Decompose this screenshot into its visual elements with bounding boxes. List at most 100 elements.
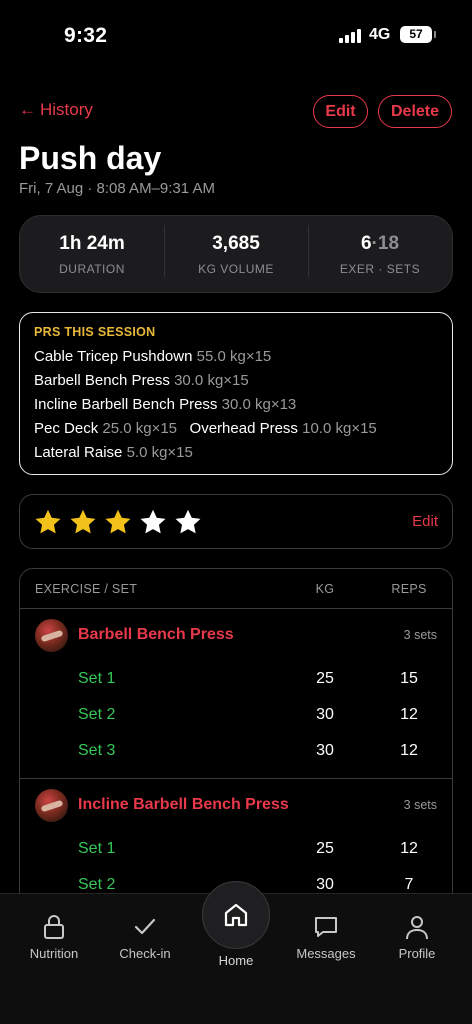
set-reps: 12: [400, 706, 418, 723]
exercise-set-count: 3 sets: [403, 628, 437, 642]
arrow-left-icon: ←: [19, 100, 36, 119]
pr-line: Incline Barbell Bench Press 30.0 kg×13: [34, 393, 438, 417]
set-label: Set 2: [78, 706, 116, 723]
pr-exercise-name: Lateral Raise: [34, 444, 123, 461]
nav-profile[interactable]: Profile: [372, 914, 462, 961]
rating-edit-button[interactable]: Edit: [412, 513, 438, 530]
pr-exercise-name: Barbell Bench Press: [34, 372, 170, 389]
set-row: Set 3 30 12: [20, 733, 452, 769]
set-row: Set 2 30 12: [20, 697, 452, 733]
exercise-count: 6: [360, 232, 372, 254]
pr-exercise-name: Pec Deck: [34, 420, 99, 437]
set-label: Set 3: [78, 742, 116, 759]
session-time-range: Fri, 7 Aug · 8:08 AM–9:31 AM: [19, 180, 215, 197]
prs-heading: PRS THIS SESSION: [34, 325, 156, 339]
pr-weight: 30.0 kg×13: [221, 396, 297, 413]
nav-check-in[interactable]: Check-in: [100, 914, 190, 961]
exercise-list: Barbell Bench Press 3 sets Set 1 25 15 S…: [20, 609, 452, 904]
exercise-block: Barbell Bench Press 3 sets Set 1 25 15 S…: [20, 609, 452, 779]
pr-weight: 5.0 kg×15: [126, 444, 193, 461]
pr-exercise-name: Cable Tricep Pushdown: [34, 348, 193, 365]
pr-line: Pec Deck 25.0 kg×15 Overhead Press 10.0 …: [34, 417, 438, 441]
exercise-name[interactable]: Barbell Bench Press: [78, 626, 404, 644]
nav-home[interactable]: [202, 881, 270, 949]
stat-value: 3,685: [212, 232, 260, 254]
set-reps: 12: [400, 840, 418, 857]
set-reps: 7: [404, 876, 414, 893]
prs-card: PRS THIS SESSION Cable Tricep Pushdown 5…: [19, 312, 453, 475]
stat-label: KG VOLUME: [198, 261, 274, 276]
battery-icon: 57: [400, 26, 436, 43]
stat-label: DURATION: [59, 261, 125, 276]
exercise-set-count: 3 sets: [403, 798, 437, 812]
network-label: 4G: [369, 26, 391, 43]
set-count: 18: [377, 232, 400, 254]
set-row: Set 1 25 12: [20, 831, 452, 867]
star-empty-icon[interactable]: [139, 508, 167, 536]
nav-home-label: Home: [218, 953, 254, 968]
set-label: Set 1: [78, 840, 116, 857]
nav-label: Check-in: [119, 946, 171, 961]
back-label: History: [40, 100, 93, 119]
pr-weight: 10.0 kg×15: [302, 420, 377, 437]
col-reps: REPS: [391, 581, 427, 596]
star-filled-icon[interactable]: [69, 508, 97, 536]
exercise-header[interactable]: Barbell Bench Press 3 sets: [20, 609, 452, 661]
pr-line: Cable Tricep Pushdown 55.0 kg×15: [34, 345, 438, 369]
exercise-thumbnail: [35, 618, 68, 652]
bottom-nav: Nutrition Check-in Home Messages Profile: [0, 881, 472, 1024]
stat-label: EXER · SETS: [339, 261, 421, 276]
pr-weight: 55.0 kg×15: [196, 348, 272, 365]
exercise-thumbnail: [35, 788, 68, 822]
stat-duration: 1h 24m DURATION: [20, 233, 164, 276]
set-kg: 25: [316, 670, 334, 687]
star-rating[interactable]: [34, 508, 202, 536]
page-title: Push day: [19, 140, 162, 176]
set-label: Set 1: [78, 670, 116, 687]
rating-card: Edit: [19, 494, 453, 549]
pr-line: Lateral Raise 5.0 kg×15: [34, 441, 438, 465]
exercise-name[interactable]: Incline Barbell Bench Press: [78, 796, 404, 814]
back-link[interactable]: ← History: [19, 100, 93, 120]
star-empty-icon[interactable]: [174, 508, 202, 536]
pr-line: Barbell Bench Press 30.0 kg×15: [34, 369, 438, 393]
stat-value: 1h 24m: [59, 232, 125, 254]
check-icon: [134, 918, 156, 935]
col-kg: KG: [315, 581, 335, 596]
set-reps: 15: [400, 670, 418, 687]
set-reps: 12: [400, 742, 418, 759]
nav-messages[interactable]: Messages: [281, 914, 371, 961]
pr-list: Cable Tricep Pushdown 55.0 kg×15 Barbell …: [34, 345, 438, 465]
set-row: Set 1 25 15: [20, 661, 452, 697]
set-kg: 25: [316, 840, 334, 857]
nav-label: Profile: [398, 946, 436, 961]
star-filled-icon[interactable]: [104, 508, 132, 536]
stat-exercises-sets: 6·18 EXER · SETS: [308, 224, 452, 277]
lock-icon: [44, 915, 64, 939]
col-exercise: EXERCISE / SET: [35, 581, 138, 596]
person-icon: [406, 916, 428, 940]
chat-icon: [315, 917, 337, 937]
table-header: EXERCISE / SET KG REPS: [20, 569, 452, 609]
pr-weight: 25.0 kg×15: [102, 420, 178, 437]
pr-weight: 30.0 kg×15: [174, 372, 249, 389]
stat-value: 6·18: [308, 233, 452, 255]
stat-volume: 3,685 KG VOLUME: [164, 224, 308, 277]
signal-icon: [339, 29, 361, 43]
star-filled-icon[interactable]: [34, 508, 62, 536]
pr-exercise-name: Overhead Press: [189, 420, 298, 437]
set-kg: 30: [316, 706, 334, 723]
home-icon: [224, 903, 248, 927]
set-kg: 30: [316, 876, 334, 893]
nav-label: Messages: [296, 946, 356, 961]
pr-exercise-name: Incline Barbell Bench Press: [34, 396, 218, 413]
delete-button[interactable]: Delete: [378, 95, 452, 128]
edit-button[interactable]: Edit: [313, 95, 368, 128]
nav-nutrition[interactable]: Nutrition: [9, 914, 99, 961]
status-bar: 9:32 4G 57: [0, 0, 472, 70]
status-time: 9:32: [64, 24, 108, 47]
set-kg: 30: [316, 742, 334, 759]
session-stats-card: 1h 24m DURATION 3,685 KG VOLUME 6·18 EXE…: [19, 215, 453, 293]
nav-label: Nutrition: [29, 946, 79, 961]
exercise-header[interactable]: Incline Barbell Bench Press 3 sets: [20, 779, 452, 831]
